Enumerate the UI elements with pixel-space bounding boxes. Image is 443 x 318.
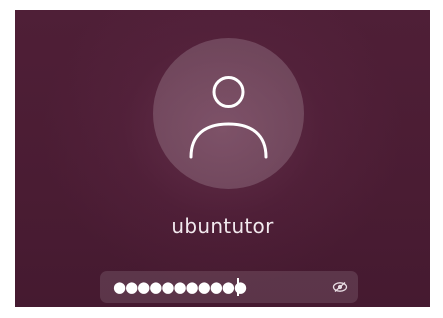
username-label: ubuntutor [171, 214, 274, 238]
user-avatar [153, 38, 304, 189]
text-caret [237, 278, 239, 296]
password-input[interactable]: ●●●●●●●●●●● [100, 271, 358, 303]
eye-reveal-icon[interactable] [332, 279, 348, 295]
password-masked-text: ●●●●●●●●●●● [113, 278, 247, 296]
login-screen: ubuntutor ●●●●●●●●●●● [15, 10, 430, 307]
